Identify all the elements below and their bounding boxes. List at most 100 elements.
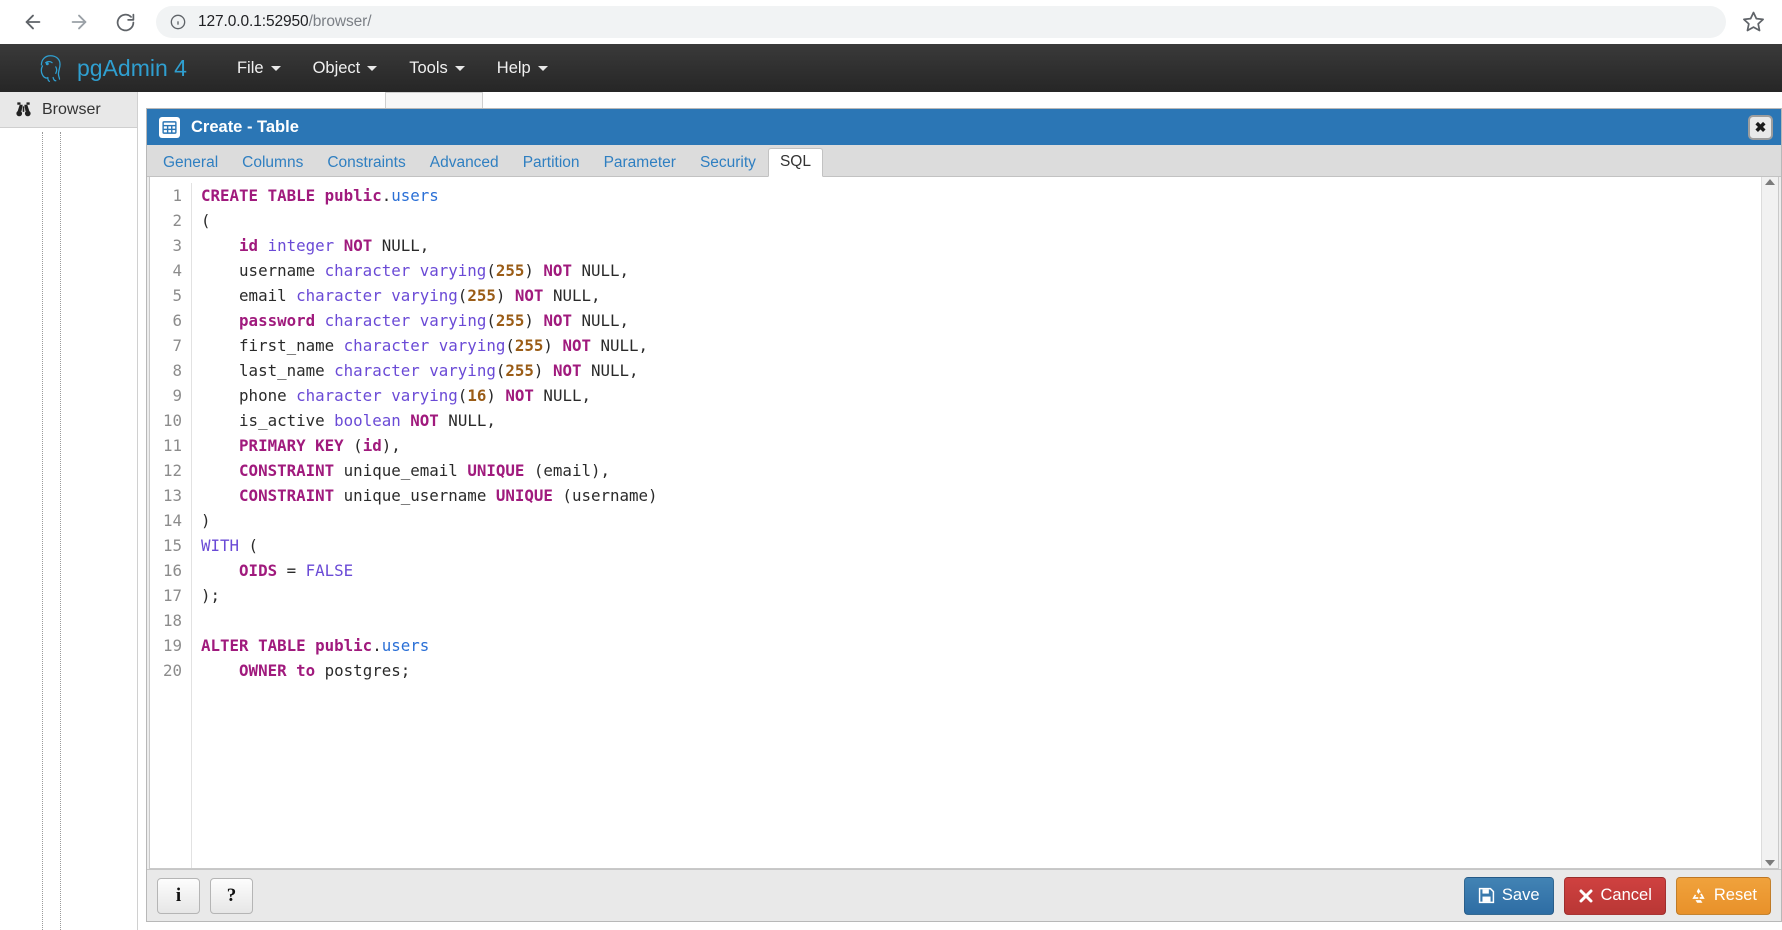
sql-token: ), <box>381 436 401 455</box>
sql-token: users <box>381 636 430 655</box>
sql-line: last_name character varying(255) NOT NUL… <box>201 358 1761 383</box>
line-number: 10 <box>162 411 182 430</box>
background-tab[interactable] <box>385 92 483 108</box>
chevron-down-icon <box>454 65 465 71</box>
recycle-icon <box>1690 887 1707 904</box>
sql-token: NOT <box>343 236 373 255</box>
line-number: 16 <box>162 561 182 580</box>
sql-line: CONSTRAINT unique_email UNIQUE (email), <box>201 458 1761 483</box>
sql-token: phone <box>201 386 297 405</box>
line-number: 9 <box>172 386 182 405</box>
sql-line <box>201 608 1761 633</box>
sql-token: ) <box>543 336 563 355</box>
sql-token: 16 <box>467 386 487 405</box>
tab-constraints[interactable]: Constraints <box>315 150 417 178</box>
sql-token: users <box>391 186 439 205</box>
sql-token: UNIQUE <box>495 486 553 505</box>
url-path: /browser/ <box>308 13 372 30</box>
tab-parameter[interactable]: Parameter <box>592 150 688 178</box>
browser-panel-header[interactable]: Browser <box>0 92 137 128</box>
tree-guide-line <box>42 132 43 930</box>
sql-token: character varying <box>324 311 487 330</box>
sql-token: password <box>239 311 316 330</box>
sql-token: character varying <box>296 386 458 405</box>
sql-token: NULL, <box>543 286 601 305</box>
pgadmin-topbar: pgAdmin 4 File Object Tools Help <box>0 44 1782 92</box>
tab-sql[interactable]: SQL <box>767 147 823 177</box>
sql-token: unique_username <box>334 486 496 505</box>
reset-button[interactable]: Reset <box>1675 876 1771 915</box>
url-text: 127.0.0.1:52950/browser/ <box>198 13 372 31</box>
save-button[interactable]: Save <box>1463 876 1554 915</box>
info-button[interactable]: i <box>157 877 200 914</box>
sql-token: character varying <box>296 286 458 305</box>
sql-line: ); <box>201 583 1761 608</box>
tab-partition[interactable]: Partition <box>511 150 592 178</box>
sql-token: NOT <box>562 336 591 355</box>
menu-object[interactable]: Object <box>297 44 394 92</box>
sql-token: ); <box>201 586 221 605</box>
sql-token: NULL, <box>533 386 591 405</box>
sql-token: NOT <box>505 386 534 405</box>
line-number: 5 <box>172 286 182 305</box>
menu-object-label: Object <box>312 58 361 77</box>
tab-general[interactable]: General <box>151 150 230 178</box>
tab-security[interactable]: Security <box>688 150 768 178</box>
sql-token: last_name <box>201 361 335 380</box>
forward-icon[interactable] <box>62 5 96 39</box>
line-number: 11 <box>162 436 182 455</box>
sql-token: NOT <box>514 286 544 305</box>
star-icon[interactable] <box>1742 10 1766 34</box>
postgresql-elephant-icon <box>34 51 68 85</box>
sql-token: 255 <box>514 336 544 355</box>
sql-code[interactable]: CREATE TABLE public.users ( id integer NO… <box>192 183 1761 868</box>
menu-tools[interactable]: Tools <box>393 44 481 92</box>
sql-token: ( <box>201 211 211 230</box>
address-bar[interactable]: 127.0.0.1:52950/browser/ <box>156 6 1726 38</box>
sql-token: ( <box>457 386 468 405</box>
sql-line: id integer NOT NULL, <box>201 233 1761 258</box>
sql-token: NOT <box>552 361 582 380</box>
browser-chrome: 127.0.0.1:52950/browser/ <box>0 0 1782 44</box>
line-number-gutter: 1 2 3 4 5 6 7 8 9 10 11 12 13 14 15 16 17 18 19 20 <box>150 183 192 868</box>
sql-token: 255 <box>495 261 525 280</box>
sql-line: WITH ( <box>201 533 1761 558</box>
menu-file[interactable]: File <box>221 44 297 92</box>
back-icon[interactable] <box>16 5 50 39</box>
cancel-button[interactable]: Cancel <box>1563 876 1666 915</box>
sql-token: FALSE <box>305 561 354 580</box>
sql-token: ( <box>343 436 363 455</box>
line-number: 2 <box>172 211 182 230</box>
sql-token: ( <box>486 311 496 330</box>
sql-editor[interactable]: 1 2 3 4 5 6 7 8 9 10 11 12 13 14 15 16 17 18 19 20 CREATE T… <box>150 177 1761 868</box>
sql-token: first_name <box>201 336 344 355</box>
close-icon[interactable]: ✖ <box>1748 114 1773 140</box>
sql-token: OIDS <box>239 561 278 580</box>
binoculars-icon <box>14 100 33 119</box>
scroll-up-icon[interactable] <box>1765 179 1775 185</box>
sql-line: CREATE TABLE public.users <box>201 183 1761 208</box>
dialog-tab-bar: General Columns Constraints Advanced Par… <box>147 145 1781 177</box>
scroll-down-icon[interactable] <box>1765 860 1775 866</box>
info-circle-icon[interactable] <box>170 14 186 30</box>
sql-token: ) <box>201 511 211 530</box>
menu-help[interactable]: Help <box>481 44 564 92</box>
vertical-scrollbar[interactable] <box>1761 177 1778 868</box>
app-brand-label: pgAdmin 4 <box>77 54 187 81</box>
sql-line: password character varying(255) NOT NULL… <box>201 308 1761 333</box>
dialog-titlebar[interactable]: Create - Table ✖ <box>147 109 1781 145</box>
sql-token: NULL, <box>571 311 630 330</box>
sql-token: ) <box>524 311 544 330</box>
help-button[interactable]: ? <box>210 877 253 914</box>
tab-advanced[interactable]: Advanced <box>418 150 511 178</box>
tab-columns[interactable]: Columns <box>230 150 315 178</box>
browser-panel-title: Browser <box>42 100 101 118</box>
sql-line: CONSTRAINT unique_username UNIQUE (usern… <box>201 483 1761 508</box>
reload-icon[interactable] <box>108 5 142 39</box>
sql-panel: 1 2 3 4 5 6 7 8 9 10 11 12 13 14 15 16 17 18 19 20 CREATE T… <box>149 177 1779 869</box>
sql-token: CREATE TABLE public <box>201 186 382 205</box>
